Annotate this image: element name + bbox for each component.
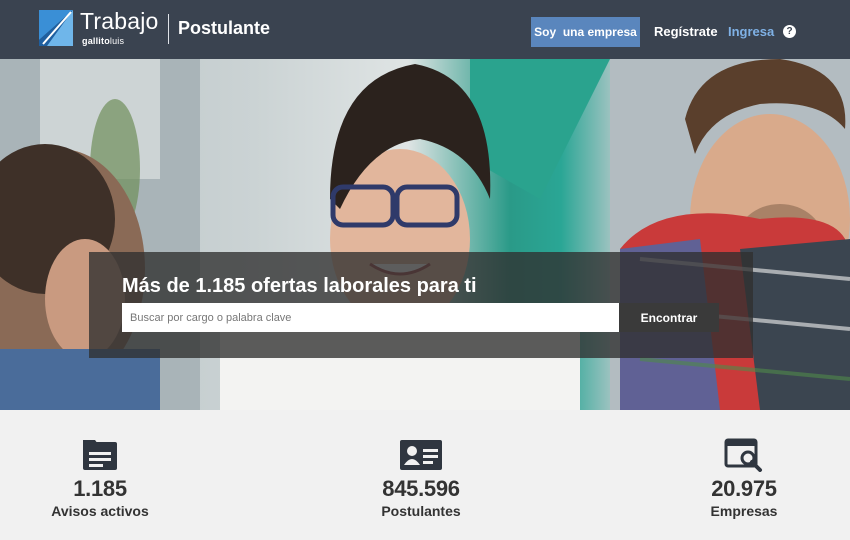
stat-value: 1.185 <box>73 476 127 501</box>
browser-search-icon <box>724 438 762 472</box>
brand-name[interactable]: Trabajo <box>80 8 159 35</box>
hero-banner: Más de 1.185 ofertas laborales para ti B… <box>0 59 850 410</box>
sub-brand: gallitoluis <box>82 36 124 46</box>
search-panel: Más de 1.185 ofertas laborales para ti B… <box>89 252 753 358</box>
id-card-icon <box>400 440 442 470</box>
encontrar-button[interactable]: Encontrar <box>619 303 719 332</box>
register-link[interactable]: Regístrate <box>654 24 718 39</box>
login-link[interactable]: Ingresa <box>728 24 774 39</box>
stat-value: 20.975 <box>711 476 777 501</box>
stat-label: Empresas <box>710 503 778 519</box>
trabajo-logo-icon[interactable] <box>39 10 73 46</box>
top-navbar: Trabajo gallitoluis Postulante Soy una e… <box>0 0 850 59</box>
folder-icon <box>83 440 117 470</box>
stat-label: Avisos activos <box>51 503 149 519</box>
section-title: Postulante <box>178 18 271 38</box>
stat-value: 845.596 <box>382 476 460 501</box>
header-divider <box>168 14 169 44</box>
sub-brand-light: luis <box>109 36 125 46</box>
sub-brand-bold: gallito <box>82 36 110 46</box>
hero-title: Más de 1.185 ofertas laborales para ti <box>122 275 477 297</box>
stat-avisos-activos: 1.185 Avisos activos <box>0 438 200 519</box>
stat-label: Postulantes <box>381 503 461 519</box>
stat-postulantes: 845.596 Postulantes <box>321 438 521 519</box>
help-icon[interactable]: ? <box>783 25 796 38</box>
soy-una-empresa-button[interactable]: Soy una empresa <box>531 17 640 47</box>
stat-empresas: 20.975 Empresas <box>644 438 844 519</box>
search-input[interactable]: Buscar por cargo o palabra clave <box>122 303 619 332</box>
